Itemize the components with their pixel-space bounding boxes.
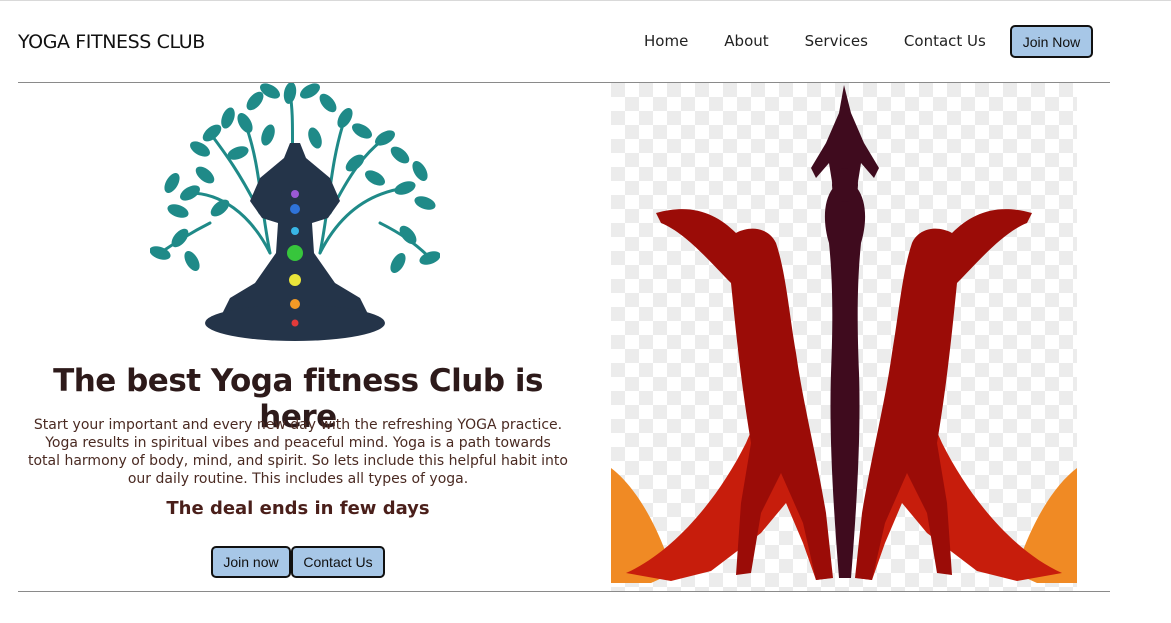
meditation-tree-illustration	[150, 83, 440, 341]
hero-description: Start your important and every new day w…	[28, 417, 568, 487]
brand-title[interactable]: YOGA FITNESS CLUB	[18, 31, 205, 53]
contact-us-cta-button[interactable]: Contact Us	[291, 546, 385, 578]
nav-contact-link[interactable]: Contact Us	[904, 32, 986, 50]
nav-links: Home About Services Contact Us	[644, 32, 986, 50]
meditating-figure	[205, 143, 385, 341]
nav-about-link[interactable]: About	[724, 32, 768, 50]
footer-divider	[18, 591, 1110, 592]
page-top-border	[0, 0, 1171, 1]
deal-notice: The deal ends in few days	[166, 498, 430, 519]
yoga-poses-illustration	[611, 83, 1077, 591]
cta-buttons: Join now Contact Us	[211, 546, 385, 578]
join-now-cta-button[interactable]: Join now	[211, 546, 291, 578]
hero-image-section	[611, 83, 1077, 591]
nav-home-link[interactable]: Home	[644, 32, 688, 50]
join-now-button[interactable]: Join Now	[1010, 25, 1093, 58]
hero-text-section: The best Yoga fitness Club is here Start…	[18, 83, 578, 591]
navbar: YOGA FITNESS CLUB Home About Services Co…	[18, 18, 1110, 82]
nav-services-link[interactable]: Services	[805, 32, 868, 50]
